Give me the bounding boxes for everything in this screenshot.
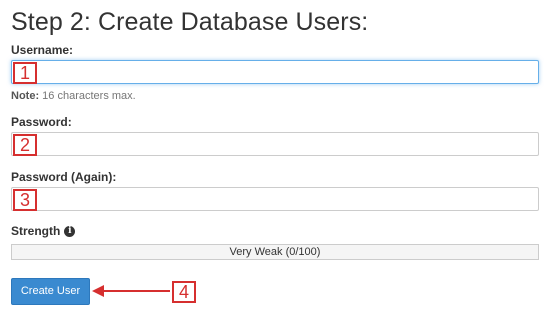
strength-label: Strength i xyxy=(11,224,76,238)
note-text: 16 characters max. xyxy=(42,90,136,102)
username-note: Note: 16 characters max. xyxy=(11,90,136,102)
note-label: Note: xyxy=(11,90,40,102)
strength-label-text: Strength xyxy=(11,224,61,238)
annotation-marker-4: 4 xyxy=(172,281,196,303)
info-circle-icon[interactable]: i xyxy=(64,225,76,237)
annotation-marker-3: 3 xyxy=(13,189,37,211)
annotation-arrow-icon xyxy=(92,285,170,297)
strength-text: Very Weak (0/100) xyxy=(229,246,321,258)
password-again-label: Password (Again): xyxy=(11,170,117,184)
password-label: Password: xyxy=(11,115,72,129)
strength-meter: Very Weak (0/100) xyxy=(11,244,539,260)
annotation-marker-1: 1 xyxy=(13,62,37,84)
create-user-button[interactable]: Create User xyxy=(11,278,90,305)
username-input[interactable] xyxy=(11,60,539,84)
username-label: Username: xyxy=(11,43,74,57)
page-title: Step 2: Create Database Users: xyxy=(11,8,369,36)
password-again-input[interactable] xyxy=(11,187,539,211)
password-input[interactable] xyxy=(11,132,539,156)
annotation-marker-2: 2 xyxy=(13,134,37,156)
